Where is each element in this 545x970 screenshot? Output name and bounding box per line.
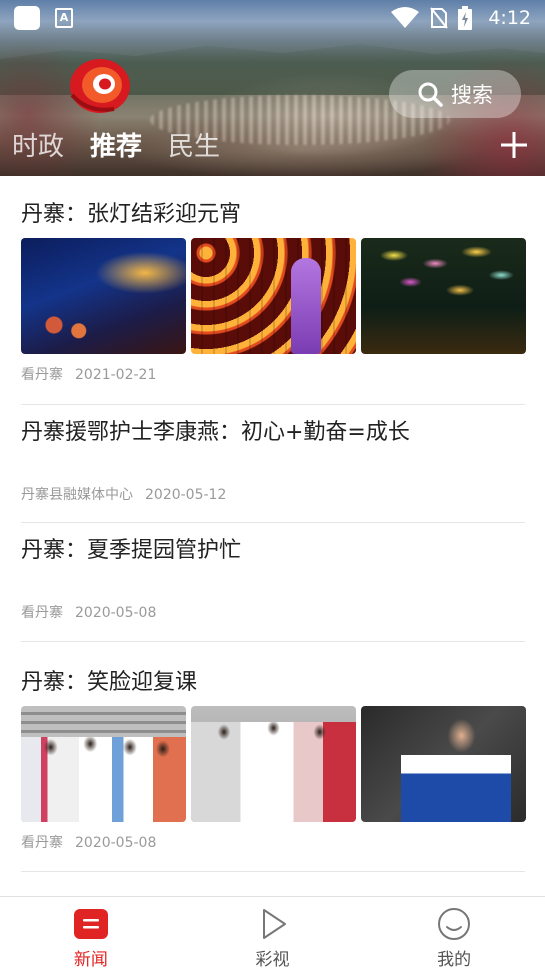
article-source: 看丹寨 — [21, 835, 63, 851]
article-date: 2020-05-08 — [75, 835, 157, 851]
battery-charging-icon — [458, 6, 473, 30]
no-sim-icon — [430, 7, 449, 29]
article-thumbnails — [21, 238, 526, 354]
nav-news[interactable]: 新闻 — [0, 897, 182, 970]
news-icon — [73, 909, 108, 939]
thumbnail-people — [191, 722, 356, 822]
search-label: 搜索 — [451, 83, 493, 107]
tab-minsheng[interactable]: 民生 — [168, 128, 220, 168]
search-button[interactable]: 搜索 — [389, 70, 521, 118]
bottom-nav: 新闻 彩视 我的 — [0, 896, 545, 970]
status-bar: A 4:12 — [0, 0, 545, 36]
article-item[interactable]: 丹寨：张灯结彩迎元宵 看丹寨 2021-02-21 — [21, 200, 526, 383]
thumbnail-image — [21, 238, 186, 354]
article-title: 丹寨：夏季提园管护忙 — [21, 538, 242, 563]
status-time: 4:12 — [488, 7, 531, 29]
smiley-icon — [438, 908, 471, 940]
article-source: 看丹寨 — [21, 605, 63, 621]
article-source: 丹寨县融媒体中心 — [21, 487, 133, 503]
nav-video-label: 彩视 — [255, 950, 290, 970]
play-icon — [262, 909, 286, 939]
thumbnail-image — [361, 238, 526, 354]
nav-mine-label: 我的 — [437, 950, 472, 970]
header-banner: A 4:12 搜索 时政 推荐 民生 — [0, 0, 545, 176]
thumbnail-image — [191, 706, 356, 822]
article-source: 看丹寨 — [21, 367, 63, 383]
article-title: 丹寨：笑脸迎复课 — [21, 670, 198, 695]
thumbnail-image — [21, 706, 186, 822]
tab-shizheng[interactable]: 时政 — [12, 128, 64, 168]
wifi-icon — [391, 7, 420, 28]
notification-square-icon — [14, 6, 40, 30]
article-title: 丹寨援鄂护士李康燕：初心+勤奋=成长 — [21, 420, 410, 445]
article-meta: 看丹寨 2021-02-21 — [21, 364, 156, 384]
article-date: 2020-05-12 — [145, 487, 227, 503]
article-item[interactable]: 丹寨：笑脸迎复课 看丹寨 2020-05-08 — [21, 668, 526, 851]
nav-mine[interactable]: 我的 — [363, 897, 545, 970]
plus-icon[interactable] — [500, 131, 528, 159]
divider — [21, 641, 525, 642]
article-meta: 看丹寨 2020-05-08 — [21, 832, 156, 852]
channel-tabs: 时政 推荐 民生 — [12, 128, 220, 168]
app-logo-icon[interactable] — [68, 55, 132, 115]
article-thumbnails — [21, 706, 526, 822]
search-icon — [418, 82, 443, 107]
divider — [21, 522, 525, 523]
article-date: 2020-05-08 — [75, 605, 157, 621]
article-item[interactable]: 丹寨援鄂护士李康燕：初心+勤奋=成长 丹寨县融媒体中心 2020-05-12 — [21, 418, 525, 503]
article-item[interactable]: 丹寨：夏季提园管护忙 看丹寨 2020-05-08 — [21, 536, 525, 621]
divider — [21, 404, 525, 405]
status-icons: 4:12 — [390, 4, 531, 32]
article-title: 丹寨：张灯结彩迎元宵 — [21, 202, 242, 227]
article-meta: 看丹寨 2020-05-08 — [21, 602, 156, 622]
thumbnail-image — [191, 238, 356, 354]
app-a-icon: A — [55, 8, 73, 28]
article-date: 2021-02-21 — [75, 367, 157, 383]
article-meta: 丹寨县融媒体中心 2020-05-12 — [21, 484, 226, 504]
nav-news-label: 新闻 — [73, 950, 108, 970]
nav-video[interactable]: 彩视 — [182, 897, 364, 970]
thumbnail-people — [21, 737, 186, 822]
divider — [21, 871, 525, 872]
thumbnail-person — [401, 714, 511, 822]
thumbnail-image — [361, 706, 526, 822]
tab-tuijian[interactable]: 推荐 — [90, 128, 142, 168]
thumbnail-figure — [291, 258, 321, 354]
